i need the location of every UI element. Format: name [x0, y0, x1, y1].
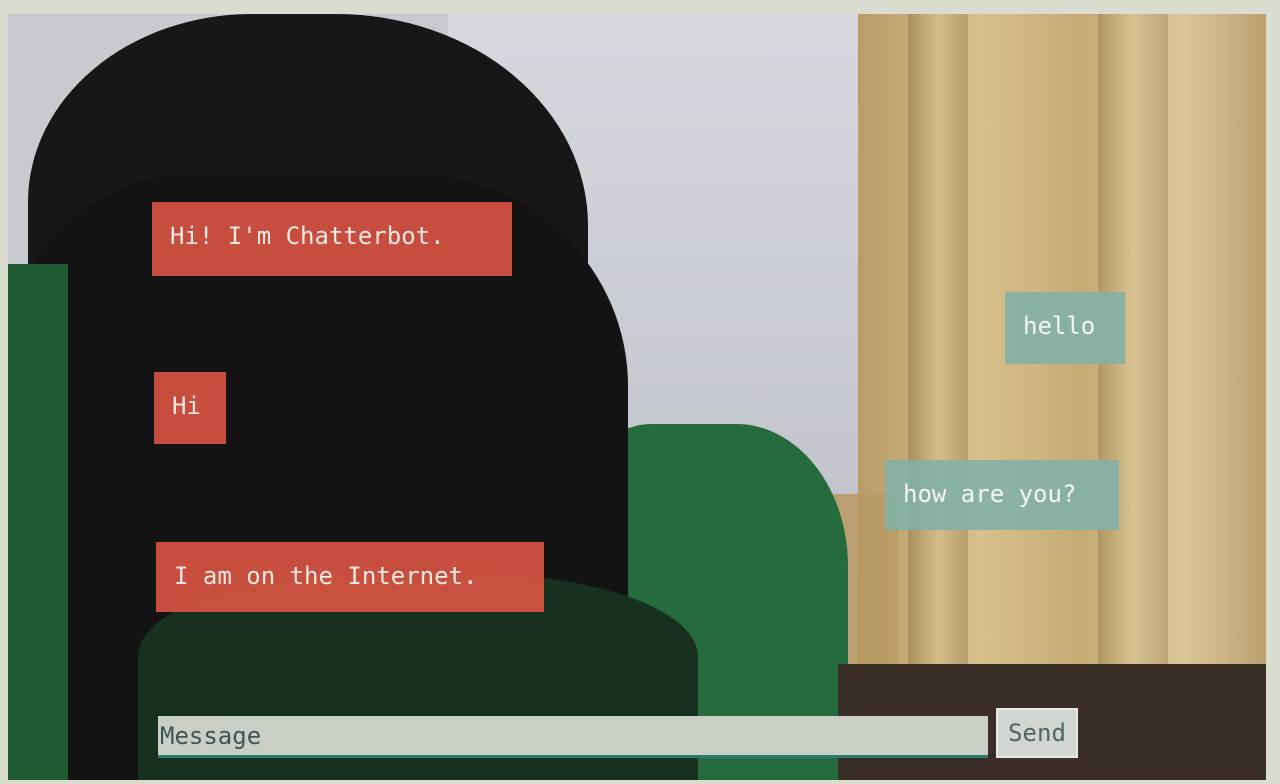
bot-message-bubble: I am on the Internet. [156, 542, 544, 612]
send-button[interactable]: Send [996, 708, 1078, 758]
monitor-frame: Hi! I'm Chatterbot. Hi I am on the Inter… [0, 0, 1280, 784]
chat-screen: Hi! I'm Chatterbot. Hi I am on the Inter… [8, 14, 1266, 780]
message-input[interactable] [158, 716, 988, 758]
bot-message-bubble: Hi [154, 372, 226, 444]
background-reflection [8, 264, 68, 780]
user-message-bubble: hello [1005, 292, 1125, 364]
user-message-bubble: how are you? [885, 460, 1119, 530]
bot-message-bubble: Hi! I'm Chatterbot. [152, 202, 512, 276]
